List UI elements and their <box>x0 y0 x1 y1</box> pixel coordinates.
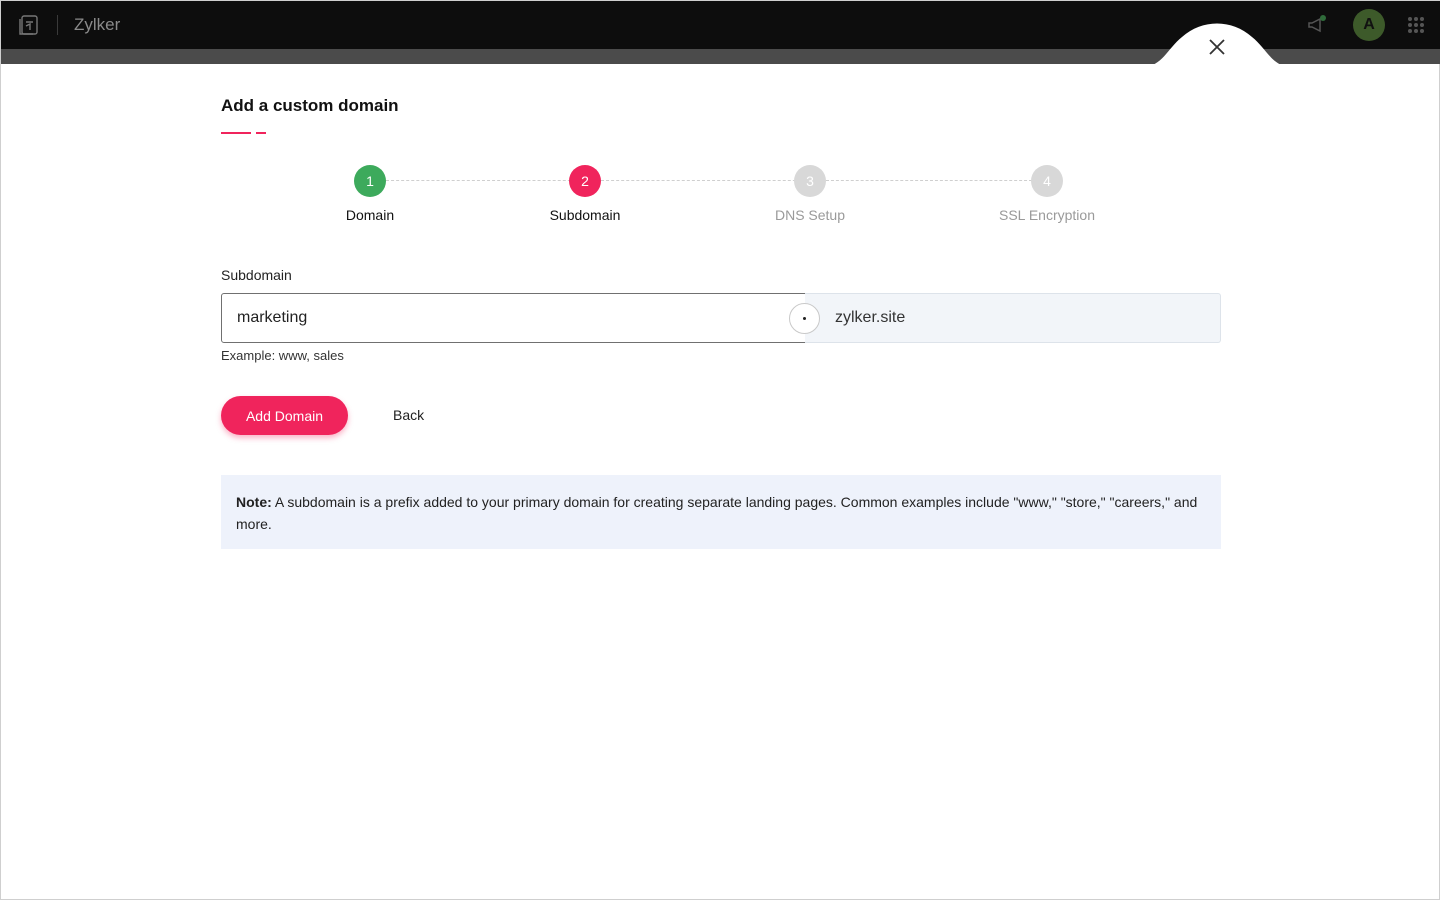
note-text: A subdomain is a prefix added to your pr… <box>236 494 1198 532</box>
step-label: SSL Encryption <box>999 207 1095 223</box>
step-number-badge: 3 <box>794 165 826 197</box>
note-box: Note: A subdomain is a prefix added to y… <box>221 475 1221 549</box>
app-name[interactable]: Zylker <box>74 15 120 35</box>
step-dns-setup: 3 DNS Setup <box>710 165 910 223</box>
add-domain-button[interactable]: Add Domain <box>221 396 348 435</box>
close-icon[interactable] <box>1204 34 1230 60</box>
megaphone-icon[interactable] <box>1305 13 1329 37</box>
avatar[interactable]: A <box>1353 9 1385 41</box>
subdomain-field-label: Subdomain <box>221 267 292 283</box>
title-underline-accent <box>256 132 266 134</box>
step-label: DNS Setup <box>774 207 846 223</box>
step-ssl-encryption: 4 SSL Encryption <box>947 165 1147 223</box>
step-label: Subdomain <box>549 207 621 223</box>
step-number-badge: 2 <box>569 165 601 197</box>
step-number-badge: 1 <box>354 165 386 197</box>
title-underline <box>221 132 251 134</box>
back-button[interactable]: Back <box>393 407 424 423</box>
avatar-initial: A <box>1363 16 1375 33</box>
stepper: 1 Domain 2 Subdomain 3 DNS Setup 4 SSL E… <box>221 165 1221 235</box>
step-subdomain: 2 Subdomain <box>485 165 685 223</box>
page-title: Add a custom domain <box>221 96 399 115</box>
subdomain-input[interactable] <box>221 293 806 343</box>
domain-suffix: zylker.site <box>805 293 1221 343</box>
domain-suffix-text: zylker.site <box>835 309 906 326</box>
step-number-badge: 4 <box>1031 165 1063 197</box>
topbar-divider <box>57 15 58 35</box>
app-logo-icon[interactable] <box>17 13 41 37</box>
separator-dot-icon <box>789 303 820 334</box>
note-prefix: Note: <box>236 494 272 510</box>
apps-grid-icon[interactable] <box>1407 16 1425 34</box>
subdomain-hint: Example: www, sales <box>221 348 344 363</box>
step-domain: 1 Domain <box>270 165 470 223</box>
step-label: Domain <box>345 207 395 223</box>
